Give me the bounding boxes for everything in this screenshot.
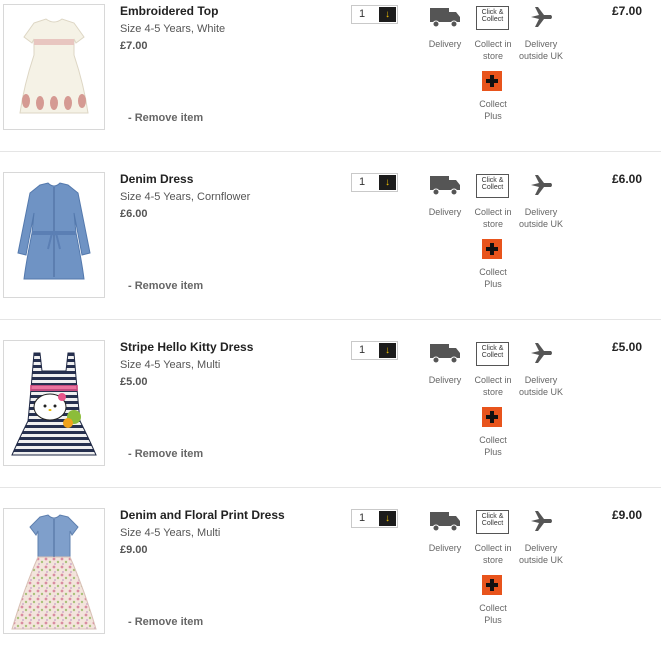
quantity-value: 1 [359, 512, 366, 524]
product-image-denim-floral-dress[interactable] [3, 508, 105, 634]
remove-item-link[interactable]: - Remove item [128, 280, 203, 292]
click-collect-icon: Click & Collect [476, 6, 509, 30]
remove-item-link[interactable]: - Remove item [128, 616, 203, 628]
item-divider [0, 151, 661, 152]
product-image-embroidered-top[interactable] [3, 4, 105, 130]
product-title[interactable]: Denim Dress [120, 172, 193, 186]
product-size: Size 4-5 Years, Multi [120, 527, 221, 539]
collect-plus-label: Collect Plus [479, 603, 507, 625]
delivery-outside-uk-label: Delivery outside UK [518, 375, 564, 397]
click-collect-icon: Click & Collect [476, 342, 509, 366]
product-title[interactable]: Denim and Floral Print Dress [120, 508, 285, 522]
line-total-price: £9.00 [612, 508, 643, 522]
delivery-option-label: Delivery [428, 543, 462, 553]
collect-plus-icon [482, 71, 502, 91]
collect-plus-label: Collect Plus [479, 99, 507, 121]
click-collect-label: Collect in store [474, 39, 512, 61]
quantity-select[interactable]: 1 ↓ [351, 173, 398, 192]
product-unit-price: £5.00 [120, 376, 148, 388]
delivery-option-label: Delivery [428, 207, 462, 217]
product-image-stripe-hello-kitty-dress[interactable] [3, 340, 105, 466]
item-divider [0, 319, 661, 320]
click-collect-label: Collect in store [474, 543, 512, 565]
quantity-value: 1 [359, 176, 366, 188]
remove-item-link[interactable]: - Remove item [128, 448, 203, 460]
airplane-icon [531, 511, 552, 531]
product-size: Size 4-5 Years, Multi [120, 359, 221, 371]
delivery-truck-icon [430, 344, 460, 364]
delivery-option-label: Delivery [428, 375, 462, 385]
quantity-select[interactable]: 1 ↓ [351, 5, 398, 24]
quantity-value: 1 [359, 344, 366, 356]
collect-plus-icon [482, 575, 502, 595]
quantity-select[interactable]: 1 ↓ [351, 341, 398, 360]
click-collect-label: Collect in store [474, 207, 512, 229]
line-total-price: £7.00 [612, 4, 643, 18]
basket-item: Embroidered Top Size 4-5 Years, White £7… [0, 0, 661, 168]
item-divider [0, 487, 661, 488]
collect-plus-icon [482, 407, 502, 427]
chevron-down-icon[interactable]: ↓ [379, 343, 396, 358]
collect-plus-label: Collect Plus [479, 435, 507, 457]
airplane-icon [531, 7, 552, 27]
delivery-truck-icon [430, 176, 460, 196]
product-image-denim-dress[interactable] [3, 172, 105, 298]
quantity-select[interactable]: 1 ↓ [351, 509, 398, 528]
click-collect-label: Collect in store [474, 375, 512, 397]
delivery-outside-uk-label: Delivery outside UK [518, 207, 564, 229]
remove-item-link[interactable]: - Remove item [128, 112, 203, 124]
delivery-option-label: Delivery [428, 39, 462, 49]
click-collect-icon: Click & Collect [476, 174, 509, 198]
line-total-price: £5.00 [612, 340, 643, 354]
chevron-down-icon[interactable]: ↓ [379, 175, 396, 190]
delivery-truck-icon [430, 8, 460, 28]
product-size: Size 4-5 Years, White [120, 23, 226, 35]
airplane-icon [531, 343, 552, 363]
collect-plus-icon [482, 239, 502, 259]
product-unit-price: £7.00 [120, 40, 148, 52]
click-collect-icon: Click & Collect [476, 510, 509, 534]
chevron-down-icon[interactable]: ↓ [379, 511, 396, 526]
product-unit-price: £6.00 [120, 208, 148, 220]
line-total-price: £6.00 [612, 172, 643, 186]
basket-item: Stripe Hello Kitty Dress Size 4-5 Years,… [0, 336, 661, 504]
product-title[interactable]: Embroidered Top [120, 4, 218, 18]
basket-item: Denim and Floral Print Dress Size 4-5 Ye… [0, 504, 661, 672]
delivery-outside-uk-label: Delivery outside UK [518, 543, 564, 565]
collect-plus-label: Collect Plus [479, 267, 507, 289]
basket-item: Denim Dress Size 4-5 Years, Cornflower £… [0, 168, 661, 336]
product-title[interactable]: Stripe Hello Kitty Dress [120, 340, 253, 354]
quantity-value: 1 [359, 8, 366, 20]
delivery-outside-uk-label: Delivery outside UK [518, 39, 564, 61]
product-unit-price: £9.00 [120, 544, 148, 556]
airplane-icon [531, 175, 552, 195]
delivery-truck-icon [430, 512, 460, 532]
chevron-down-icon[interactable]: ↓ [379, 7, 396, 22]
product-size: Size 4-5 Years, Cornflower [120, 191, 251, 203]
